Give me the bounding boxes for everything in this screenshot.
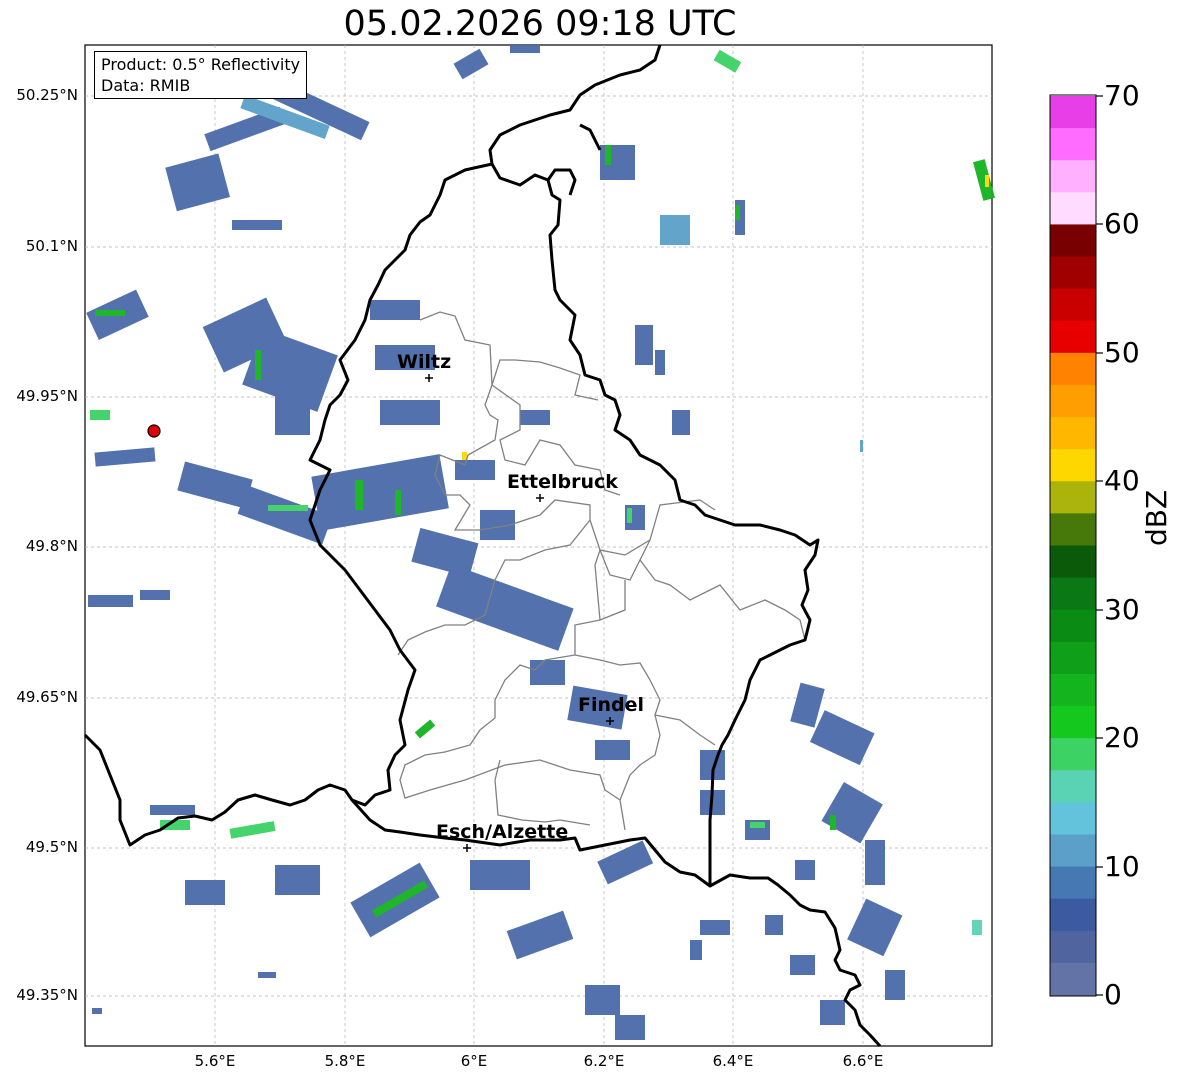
colorbar-swatch: [1050, 770, 1096, 803]
lat-label: 49.8°N: [25, 537, 78, 555]
colorbar-swatch: [1050, 866, 1096, 900]
colorbar: [1050, 96, 1096, 996]
colorbar-swatch: [1050, 96, 1096, 129]
colorbar-swatch: [1050, 481, 1096, 514]
lat-label: 50.1°N: [25, 237, 78, 255]
colorbar-label: dBZ: [1140, 489, 1173, 546]
lon-label: 5.8°E: [324, 1052, 366, 1070]
colorbar-swatch: [1050, 288, 1096, 322]
colorbar-tick: 30: [1104, 593, 1140, 626]
lon-label: 6.2°E: [583, 1052, 625, 1070]
city-label-ettelbruck: Ettelbruck: [507, 471, 618, 493]
colorbar-tick: 40: [1104, 464, 1140, 497]
city-label-findel: Findel: [578, 694, 645, 716]
colorbar-tick: 0: [1104, 978, 1122, 1011]
lat-label: 49.95°N: [16, 387, 78, 405]
product-label: Product: 0.5° Reflectivity: [101, 55, 301, 74]
colorbar-swatch: [1050, 513, 1096, 547]
lon-label: 5.6°E: [194, 1052, 236, 1070]
lon-label: 6.6°E: [842, 1052, 884, 1070]
colorbar-swatch: [1050, 545, 1096, 579]
colorbar-swatch: [1050, 224, 1096, 258]
city-label-wiltz: Wiltz: [397, 351, 452, 373]
colorbar-swatch: [1050, 834, 1096, 868]
lon-label: 6.4°E: [712, 1052, 754, 1070]
colorbar-tick: 10: [1104, 850, 1140, 883]
colorbar-swatch: [1050, 256, 1096, 290]
colorbar-swatch: [1050, 128, 1096, 161]
colorbar-swatch: [1050, 802, 1096, 836]
lon-label: 6°E: [460, 1052, 488, 1070]
lat-label: 49.35°N: [16, 986, 78, 1004]
colorbar-swatch: [1050, 320, 1096, 354]
lat-label: 50.25°N: [16, 86, 78, 104]
colorbar-swatch: [1050, 673, 1096, 707]
radar-site-marker: [147, 424, 161, 438]
colorbar-swatch: [1050, 706, 1096, 739]
city-label-esch-alzette: Esch/Alzette: [436, 821, 569, 843]
map-canvas: [83, 44, 1103, 1048]
data-source-label: Data: RMIB: [101, 76, 191, 95]
colorbar-swatch: [1050, 577, 1096, 611]
colorbar-swatch: [1050, 609, 1096, 643]
colorbar-swatch: [1050, 930, 1096, 964]
colorbar-swatch: [1050, 898, 1096, 932]
colorbar-tick: 20: [1104, 721, 1140, 754]
lat-label: 49.5°N: [25, 838, 78, 856]
lat-label: 49.65°N: [16, 688, 78, 706]
colorbar-tick: 50: [1104, 336, 1140, 369]
colorbar-swatch: [1050, 641, 1096, 675]
colorbar-swatch: [1050, 417, 1096, 450]
colorbar-swatch: [1050, 449, 1096, 482]
colorbar-swatch: [1050, 192, 1096, 226]
colorbar-tick: 70: [1104, 79, 1140, 112]
colorbar-swatch: [1050, 962, 1096, 996]
colorbar-swatch: [1050, 384, 1096, 418]
colorbar-swatch: [1050, 160, 1096, 193]
product-info-box: Product: 0.5° Reflectivity Data: RMIB: [94, 51, 308, 99]
colorbar-tick: 60: [1104, 207, 1140, 240]
colorbar-swatch: [1050, 738, 1096, 771]
colorbar-swatch: [1050, 352, 1096, 386]
